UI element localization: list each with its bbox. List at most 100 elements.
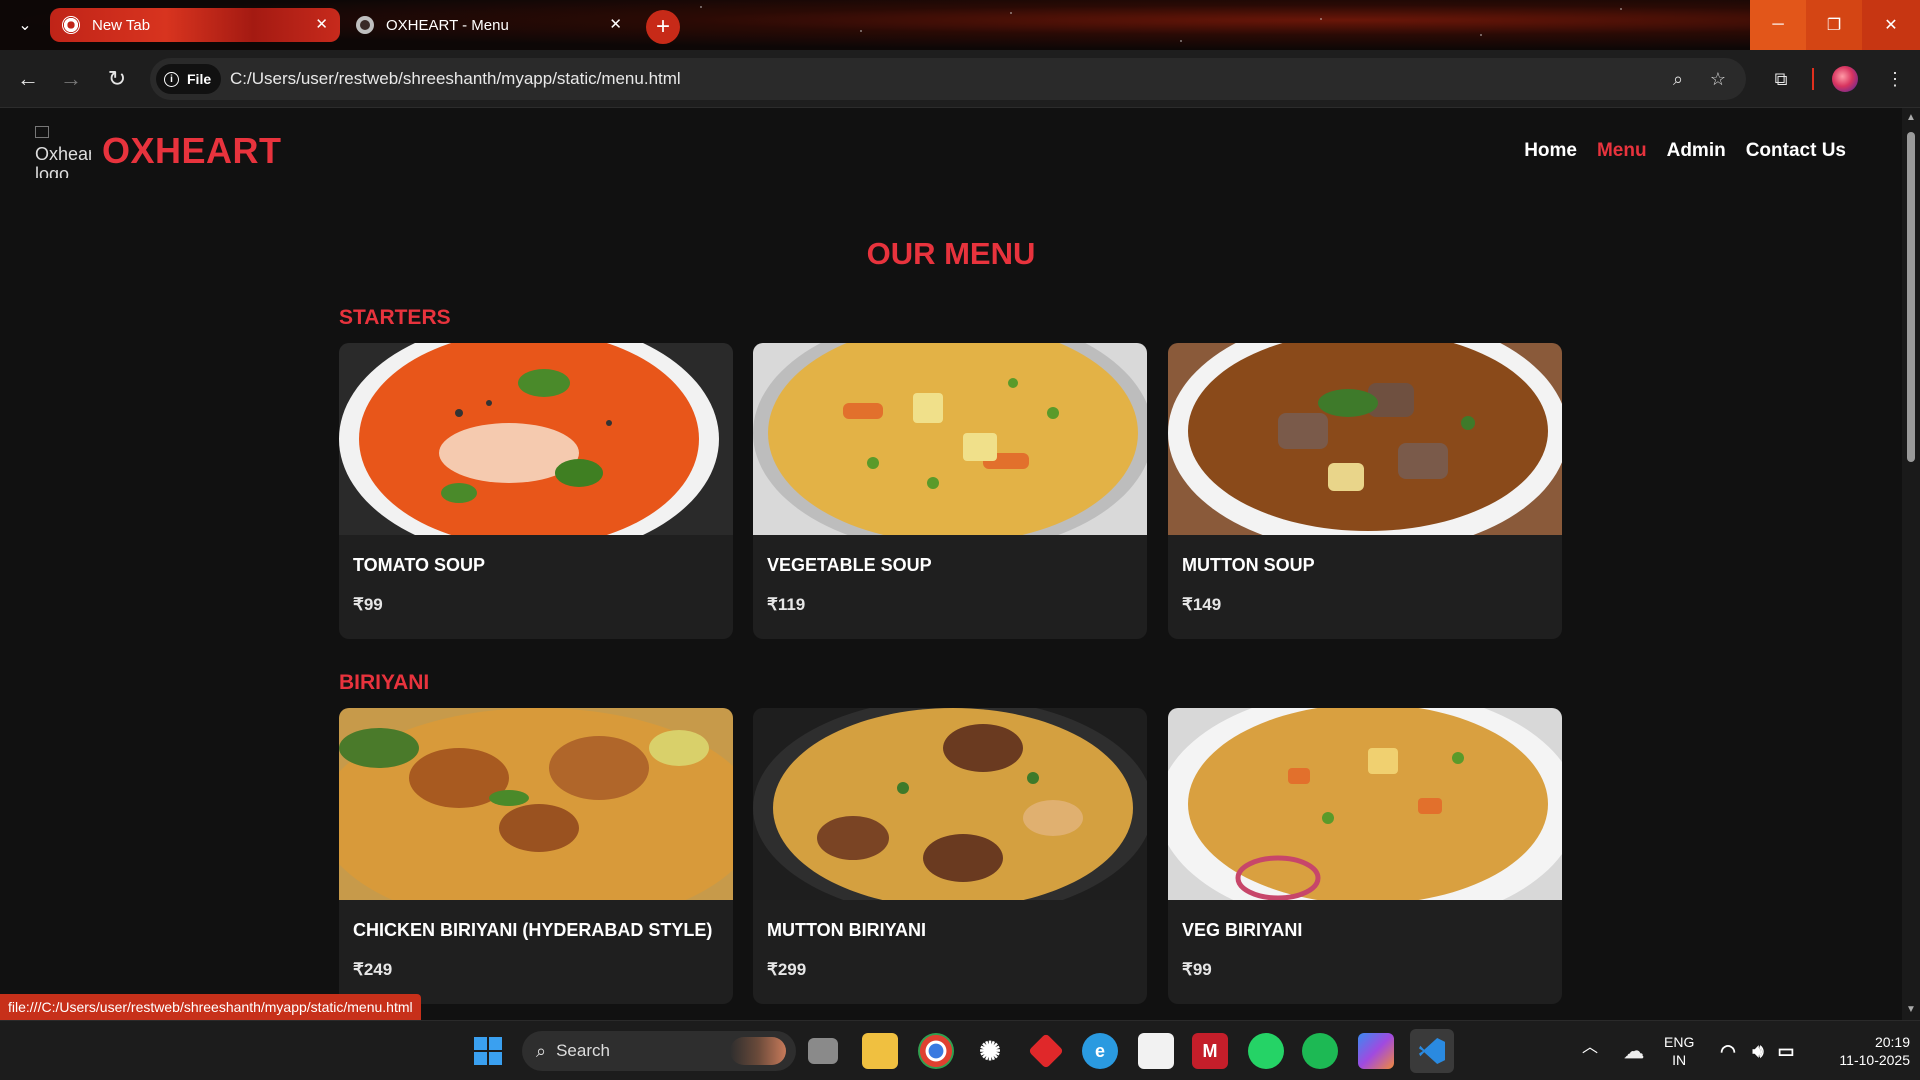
info-icon: i — [164, 71, 179, 87]
whatsapp-icon[interactable] — [1248, 1033, 1284, 1069]
logo-image: Oxheart logo — [35, 126, 91, 178]
tab-title: OXHEART - Menu — [386, 16, 509, 34]
background-star — [700, 6, 702, 8]
toolbar-divider — [1812, 68, 1814, 90]
task-view-icon[interactable] — [808, 1038, 838, 1064]
spotify-icon[interactable] — [1302, 1033, 1338, 1069]
menu-card[interactable]: CHICKEN BIRIYANI (HYDERABAD STYLE) ₹249 — [339, 708, 733, 1004]
item-name: VEGETABLE SOUP — [767, 555, 932, 575]
close-icon[interactable]: ✕ — [315, 15, 328, 33]
clock-time: 20:19 — [1874, 1034, 1910, 1050]
item-name: MUTTON SOUP — [1182, 555, 1315, 575]
globe-icon — [356, 16, 374, 34]
restore-button[interactable]: ❐ — [1806, 0, 1862, 50]
language-code: ENG — [1664, 1034, 1695, 1050]
mutton-soup-photo — [1168, 343, 1562, 535]
search-icon: ⌕ — [536, 1040, 547, 1061]
star-icon[interactable]: ☆ — [1706, 67, 1730, 91]
restore-icon: ❐ — [1826, 17, 1842, 34]
mcafee-icon[interactable]: M — [1192, 1033, 1228, 1069]
extensions-button[interactable]: ⧉ — [1766, 64, 1796, 94]
item-price: ₹99 — [1182, 960, 1212, 979]
arrow-left-icon: ← — [17, 66, 39, 91]
item-name: MUTTON BIRIYANI — [767, 920, 927, 940]
forward-button[interactable]: → — [56, 64, 86, 94]
brand-name[interactable]: OXHEART — [102, 130, 282, 172]
store-icon[interactable] — [1138, 1033, 1174, 1069]
battery-icon[interactable]: ▭ — [1768, 1033, 1804, 1069]
chevron-down-icon: ⌄ — [18, 17, 32, 34]
background-star — [1320, 18, 1322, 20]
tab-title: New Tab — [92, 16, 151, 34]
windows-start-icon[interactable] — [470, 1033, 506, 1069]
section-title-biriyani: BIRIYANI — [339, 671, 430, 694]
copilot-icon[interactable] — [1358, 1033, 1394, 1069]
url-text[interactable]: C:/Users/user/restweb/shreeshanth/myapp/… — [230, 69, 681, 89]
plus-icon: + — [655, 13, 670, 40]
item-price: ₹299 — [767, 960, 807, 979]
mutton-biriyani-photo — [753, 708, 1147, 900]
broken-image-icon — [35, 126, 49, 138]
background-star — [1010, 12, 1012, 14]
search-highlight-image — [730, 1037, 786, 1065]
menu-card[interactable]: MUTTON SOUP ₹149 — [1168, 343, 1562, 639]
language-indicator[interactable]: ENG IN — [1664, 1033, 1694, 1069]
reload-button[interactable]: ↻ — [102, 64, 132, 94]
nav-admin[interactable]: Admin — [1667, 140, 1726, 162]
tab-new-tab[interactable]: New Tab ✕ — [50, 8, 340, 42]
background-star — [1480, 34, 1482, 36]
menu-card[interactable]: MUTTON BIRIYANI ₹299 — [753, 708, 1147, 1004]
zoom-icon[interactable]: ⌕ — [1666, 67, 1690, 91]
chip-label: File — [187, 71, 212, 87]
menu-card[interactable]: VEG BIRIYANI ₹99 — [1168, 708, 1562, 1004]
tab-search-button[interactable]: ⌄ — [12, 12, 38, 38]
item-price: ₹249 — [353, 960, 393, 979]
minimize-icon: ─ — [1772, 16, 1784, 33]
reload-icon: ↻ — [107, 66, 127, 91]
background-star — [1620, 8, 1622, 10]
page-scrollbar[interactable]: ▲ ▼ — [1902, 108, 1920, 1020]
profile-avatar[interactable] — [1832, 66, 1858, 92]
tab-oxheart-menu[interactable]: OXHEART - Menu ✕ — [344, 8, 634, 42]
browser-toolbar: ← → ↻ i File C:/Users/user/restweb/shree… — [0, 50, 1920, 108]
chrome-icon — [62, 16, 80, 34]
vegetable-soup-photo — [753, 343, 1147, 535]
clock[interactable]: 20:19 11-10-2025 — [1810, 1033, 1910, 1069]
item-price: ₹149 — [1182, 595, 1222, 614]
browser-menu-button[interactable]: ⋮ — [1880, 64, 1910, 94]
chrome-icon[interactable] — [918, 1033, 954, 1069]
address-bar[interactable]: i File C:/Users/user/restweb/shreeshanth… — [150, 58, 1746, 100]
menu-card[interactable]: VEGETABLE SOUP ₹119 — [753, 343, 1147, 639]
onedrive-icon[interactable]: ☁ — [1616, 1033, 1652, 1069]
link-status-bubble: file:///C:/Users/user/restweb/shreeshant… — [0, 994, 421, 1020]
edge-icon[interactable]: e — [1082, 1033, 1118, 1069]
page-content: Oxheart logo OXHEART Home Menu Admin Con… — [0, 108, 1902, 1020]
item-price: ₹119 — [767, 595, 806, 614]
chatgpt-icon[interactable]: ✺ — [972, 1033, 1008, 1069]
logo-alt-text: Oxheart logo — [35, 144, 91, 178]
item-name: CHICKEN BIRIYANI (HYDERABAD STYLE) — [353, 920, 713, 940]
main-nav: Home Menu Admin Contact Us — [1524, 140, 1846, 162]
new-tab-button[interactable]: + — [646, 10, 680, 44]
scrollbar-thumb[interactable] — [1907, 132, 1915, 462]
chevron-up-icon[interactable]: ︿ — [1582, 1039, 1598, 1057]
file-explorer-icon[interactable] — [862, 1033, 898, 1069]
anydesk-icon[interactable] — [1028, 1033, 1064, 1069]
tab-strip: ⌄ New Tab ✕ OXHEART - Menu ✕ + ─ ❐ ✕ — [0, 0, 1920, 50]
back-button[interactable]: ← — [13, 64, 43, 94]
window-close-button[interactable]: ✕ — [1862, 0, 1920, 50]
nav-menu[interactable]: Menu — [1597, 140, 1647, 162]
site-info-chip[interactable]: i File — [156, 64, 222, 94]
close-icon[interactable]: ✕ — [609, 15, 622, 33]
taskbar-search[interactable]: ⌕ Search — [522, 1031, 796, 1071]
minimize-button[interactable]: ─ — [1750, 0, 1806, 50]
menu-card[interactable]: TOMATO SOUP ₹99 — [339, 343, 733, 639]
scroll-up-icon[interactable]: ▲ — [1906, 112, 1916, 123]
vscode-icon[interactable] — [1410, 1029, 1454, 1073]
scroll-down-icon[interactable]: ▼ — [1906, 1004, 1916, 1015]
tomato-soup-photo — [339, 343, 733, 535]
nav-contact-us[interactable]: Contact Us — [1746, 140, 1846, 162]
item-price: ₹99 — [353, 595, 383, 614]
nav-home[interactable]: Home — [1524, 140, 1577, 162]
clock-date: 11-10-2025 — [1839, 1052, 1910, 1068]
